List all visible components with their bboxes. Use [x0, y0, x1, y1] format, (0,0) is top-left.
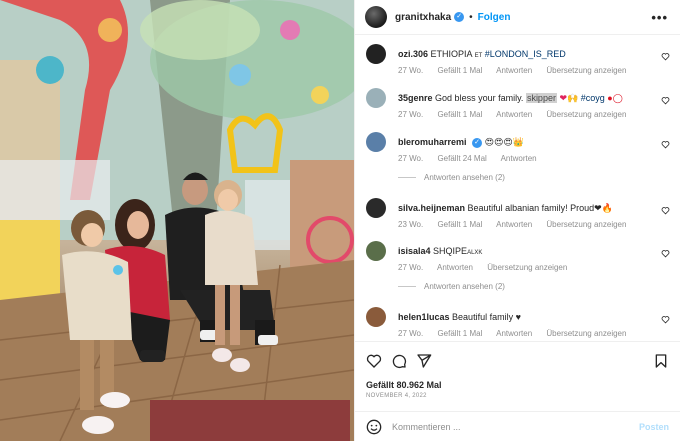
likes-count-link[interactable]: Gefällt 1 Mal — [437, 329, 482, 338]
post-photo[interactable] — [0, 0, 354, 441]
replies-divider — [398, 286, 416, 287]
reply-button[interactable]: Antworten — [496, 329, 532, 338]
view-replies-button[interactable]: Antworten ansehen (2) — [398, 173, 505, 182]
translate-button[interactable]: Übersetzung anzeigen — [487, 263, 567, 272]
commenter-username[interactable]: ozi.306 — [398, 49, 428, 59]
comment-heart-icon[interactable] — [661, 96, 670, 105]
comment-text: bleromuharremi ✓ 😍😍😍👑 — [398, 137, 524, 148]
post-side-panel: granitxhaka ✓ • Folgen ••• ozi.306 ETHIO… — [354, 0, 680, 441]
commenter-avatar[interactable] — [366, 198, 386, 218]
comment-input[interactable]: Kommentieren ... — [392, 422, 639, 432]
view-replies-button[interactable]: Antworten ansehen (2) — [398, 282, 505, 291]
likes-count-link[interactable]: Gefällt 1 Mal — [437, 110, 482, 119]
verified-badge-icon: ✓ — [472, 137, 483, 148]
comment-text: 35genre God bless your family. skipper ❤… — [398, 93, 623, 103]
comment-heart-icon[interactable] — [661, 206, 670, 215]
bookmark-icon[interactable] — [653, 353, 669, 369]
translate-button[interactable]: Übersetzung anzeigen — [546, 110, 626, 119]
translate-button[interactable]: Übersetzung anzeigen — [546, 220, 626, 229]
emoji-icon[interactable] — [366, 419, 382, 435]
hashtag-link[interactable]: #LONDON_IS_RED — [485, 49, 566, 59]
post-actions-bar — [355, 341, 680, 379]
comment-meta: 27 Wo. Gefällt 24 Mal Antworten — [398, 154, 537, 163]
verified-badge-icon: ✓ — [454, 12, 465, 22]
comment-meta: 27 Wo. Gefällt 1 Mal Antworten Übersetzu… — [398, 66, 627, 75]
commenter-username[interactable]: 35genre — [398, 93, 433, 103]
comment-meta: 27 Wo. Gefällt 1 Mal Antworten Übersetzu… — [398, 110, 627, 119]
commenter-username[interactable]: helen1lucas — [398, 312, 450, 322]
comment-heart-icon[interactable] — [661, 315, 670, 324]
highlighted-word: skipper — [525, 93, 557, 103]
reply-button[interactable]: Antworten — [501, 154, 537, 163]
comment-meta: 27 Wo. Antworten Übersetzung anzeigen — [398, 263, 568, 272]
post-header: granitxhaka ✓ • Folgen ••• — [355, 0, 680, 35]
translate-button[interactable]: Übersetzung anzeigen — [546, 66, 626, 75]
commenter-avatar[interactable] — [366, 132, 386, 152]
author-username[interactable]: granitxhaka — [395, 12, 451, 23]
comment-text: ozi.306 ETHIOPIA ET #LONDON_IS_RED — [398, 49, 566, 59]
comment-heart-icon[interactable] — [661, 249, 670, 258]
more-options-icon[interactable]: ••• — [651, 10, 668, 25]
share-icon[interactable] — [416, 353, 432, 369]
family-photo-illustration — [0, 0, 354, 441]
commenter-avatar[interactable] — [366, 307, 386, 327]
replies-divider — [398, 177, 416, 178]
likes-count-link[interactable]: Gefällt 1 Mal — [437, 220, 482, 229]
heart-icon[interactable] — [366, 353, 382, 369]
reply-button[interactable]: Antworten — [437, 263, 473, 272]
likes-count-link[interactable]: Gefällt 24 Mal — [437, 154, 486, 163]
add-comment-bar: Kommentieren ... Posten — [355, 411, 680, 441]
comment-text: silva.heijneman Beautiful albanian famil… — [398, 203, 613, 213]
hashtag-link[interactable]: #coyg — [581, 93, 605, 103]
comment-text: helen1lucas Beautiful family ♥ — [398, 312, 521, 322]
commenter-username[interactable]: bleromuharremi — [398, 137, 467, 147]
comment-icon[interactable] — [391, 353, 407, 369]
comment-heart-icon[interactable] — [661, 140, 670, 149]
reply-button[interactable]: Antworten — [496, 220, 532, 229]
reply-button[interactable]: Antworten — [496, 66, 532, 75]
commenter-avatar[interactable] — [366, 44, 386, 64]
instagram-post-window: granitxhaka ✓ • Folgen ••• ozi.306 ETHIO… — [0, 0, 680, 441]
post-comment-button[interactable]: Posten — [639, 422, 669, 432]
comment-meta: 23 Wo. Gefällt 1 Mal Antworten Übersetzu… — [398, 220, 627, 229]
comment-heart-icon[interactable] — [661, 52, 670, 61]
author-avatar[interactable] — [365, 6, 387, 28]
translate-button[interactable]: Übersetzung anzeigen — [546, 329, 626, 338]
separator-dot: • — [469, 11, 473, 23]
comment-meta: 27 Wo. Gefällt 1 Mal Antworten Übersetzu… — [398, 329, 627, 338]
commenter-username[interactable]: isisala4 — [398, 246, 431, 256]
commenter-username[interactable]: silva.heijneman — [398, 203, 465, 213]
comment-text: isisala4 SHQIPEALXK — [398, 246, 483, 256]
likes-count-link[interactable]: Gefällt 1 Mal — [437, 66, 482, 75]
commenter-avatar[interactable] — [366, 88, 386, 108]
comments-list[interactable]: ozi.306 ETHIOPIA ET #LONDON_IS_RED 27 Wo… — [355, 36, 680, 341]
reply-button[interactable]: Antworten — [496, 110, 532, 119]
post-date: NOVEMBER 4, 2022 — [366, 393, 427, 399]
likes-count[interactable]: Gefällt 80.962 Mal — [366, 380, 442, 390]
follow-button[interactable]: Folgen — [478, 12, 511, 23]
commenter-avatar[interactable] — [366, 241, 386, 261]
